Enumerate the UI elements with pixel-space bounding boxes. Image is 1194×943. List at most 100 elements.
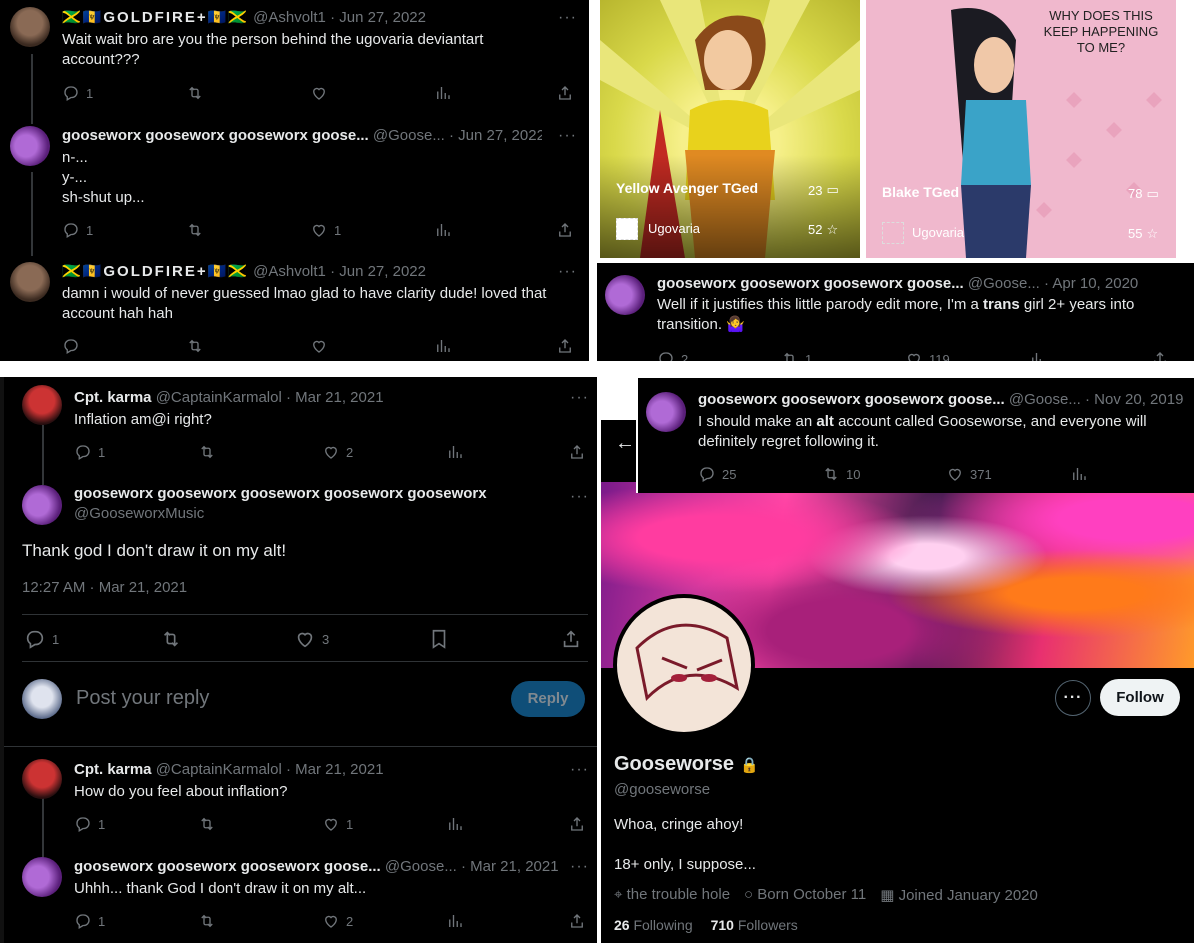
more-options-icon[interactable]: ··· (558, 10, 577, 26)
views-button[interactable] (434, 83, 452, 103)
like-button[interactable] (310, 83, 328, 103)
reply-button[interactable]: 2 (657, 349, 688, 361)
avatar[interactable] (22, 485, 62, 525)
reply-button[interactable]: 1 (74, 814, 105, 834)
reply-button[interactable]: 1 (62, 83, 93, 103)
reply-button[interactable]: 1 (62, 220, 93, 240)
share-button[interactable] (568, 442, 586, 462)
tweet-time[interactable]: 12:27 AM · Mar 21, 2021 (22, 579, 187, 596)
display-name[interactable]: gooseworx gooseworx gooseworx gooseworx … (74, 485, 487, 502)
views-button[interactable] (434, 220, 452, 240)
like-button[interactable] (310, 336, 328, 356)
retweet-button[interactable]: 10 (822, 464, 860, 484)
tweet[interactable]: 🇯🇲🇧🇧GOLDFIRE+🇧🇧🇯🇲 @Ashvolt1 · Jun 27, 20… (0, 252, 589, 361)
retweet-button[interactable] (160, 629, 182, 649)
like-button[interactable]: 3 (294, 629, 329, 649)
reply-button[interactable]: 25 (698, 464, 736, 484)
avatar[interactable] (10, 262, 50, 302)
display-name[interactable]: gooseworx gooseworx gooseworx goose... (74, 858, 381, 875)
display-name[interactable]: gooseworx gooseworx gooseworx goose... (657, 275, 964, 292)
like-button[interactable]: 2 (322, 911, 353, 931)
tweet[interactable]: Cpt. karma @CaptainKarmalol · Mar 21, 20… (4, 749, 597, 849)
artwork-thumbnail[interactable]: Yellow Avenger TGed 23 ▭ Ugovaria 52 ☆ (600, 0, 860, 258)
share-button[interactable] (560, 629, 582, 649)
author-name[interactable]: Ugovaria (648, 221, 700, 236)
artwork-title[interactable]: Yellow Avenger TGed (616, 180, 758, 196)
overlay-tweet[interactable]: gooseworx gooseworx gooseworx goose... @… (636, 378, 1194, 493)
more-options-icon[interactable]: ··· (558, 128, 577, 144)
views-button[interactable] (1029, 349, 1047, 361)
retweet-button[interactable] (186, 336, 204, 356)
reply-button[interactable] (62, 336, 80, 356)
share-button[interactable] (568, 814, 586, 834)
display-name[interactable]: gooseworx gooseworx gooseworx goose... (698, 391, 1005, 408)
handle[interactable]: @GooseworxMusic (74, 505, 204, 522)
tweet[interactable]: 🇯🇲🇧🇧GOLDFIRE+🇧🇧🇯🇲 @Ashvolt1 · Jun 27, 20… (0, 0, 589, 120)
timestamp[interactable]: · Mar 21, 2021 (286, 761, 384, 778)
share-button[interactable] (1151, 349, 1169, 361)
like-button[interactable]: 2 (322, 442, 353, 462)
handle[interactable]: @Goose... (373, 127, 445, 144)
handle[interactable]: @Goose... (385, 858, 457, 875)
author-avatar[interactable] (882, 222, 904, 244)
timestamp[interactable]: · Nov 20, 2019 (1085, 391, 1183, 408)
share-button[interactable] (556, 83, 574, 103)
more-options-icon[interactable]: ··· (570, 859, 589, 875)
focused-tweet[interactable]: gooseworx gooseworx gooseworx gooseworx … (4, 477, 597, 667)
following-link[interactable]: 26 Following (614, 917, 693, 933)
share-button[interactable] (556, 220, 574, 240)
timestamp[interactable]: · Mar 21, 2021 (461, 858, 559, 875)
more-options-icon[interactable]: ··· (558, 264, 577, 280)
avatar[interactable] (22, 385, 62, 425)
handle[interactable]: @CaptainKarmalol (156, 389, 282, 406)
display-name[interactable]: gooseworx gooseworx gooseworx goose... (62, 127, 369, 144)
follow-button[interactable]: Follow (1100, 679, 1180, 716)
own-avatar[interactable] (22, 679, 62, 719)
favourite-count[interactable]: 55 ☆ (1128, 226, 1158, 242)
avatar[interactable] (10, 7, 50, 47)
avatar[interactable] (22, 759, 62, 799)
favourite-count[interactable]: 52 ☆ (808, 222, 838, 238)
avatar[interactable] (605, 275, 645, 315)
views-button[interactable] (446, 814, 464, 834)
more-options-button[interactable]: ··· (1055, 680, 1091, 716)
handle[interactable]: @Ashvolt1 (253, 263, 326, 280)
more-options-icon[interactable]: ··· (570, 762, 589, 778)
timestamp[interactable]: · Mar 21, 2021 (286, 389, 384, 406)
artwork-title[interactable]: Blake TGed (882, 184, 959, 200)
comment-count[interactable]: 23 ▭ (808, 182, 839, 198)
avatar[interactable] (22, 857, 62, 897)
tweet[interactable]: gooseworx gooseworx gooseworx goose... @… (597, 263, 1194, 361)
reply-button[interactable]: 1 (74, 911, 105, 931)
retweet-button[interactable] (186, 83, 204, 103)
handle[interactable]: @Ashvolt1 (253, 9, 326, 26)
avatar[interactable] (646, 392, 686, 432)
artwork-thumbnail[interactable]: WHY DOES THIS KEEP HAPPENING TO ME? Blak… (866, 0, 1176, 258)
handle[interactable]: @Goose... (1009, 391, 1081, 408)
like-button[interactable]: 119 (905, 349, 950, 361)
display-name[interactable]: 🇯🇲🇧🇧GOLDFIRE+🇧🇧🇯🇲 (62, 263, 249, 280)
display-name[interactable]: 🇯🇲🇧🇧GOLDFIRE+🇧🇧🇯🇲 (62, 9, 249, 26)
author-name[interactable]: Ugovaria (912, 225, 964, 240)
more-options-icon[interactable]: ··· (570, 390, 589, 406)
share-button[interactable] (556, 336, 574, 356)
tweet[interactable]: Cpt. karma @CaptainKarmalol · Mar 21, 20… (4, 377, 597, 477)
views-button[interactable] (434, 336, 452, 356)
profile-avatar[interactable] (613, 594, 755, 736)
timestamp[interactable]: · Jun 27, 2022 (330, 263, 426, 280)
like-button[interactable]: 371 (946, 464, 992, 484)
reply-button[interactable]: Reply (511, 681, 585, 717)
retweet-button[interactable]: 1 (781, 349, 812, 361)
views-button[interactable] (446, 442, 464, 462)
share-button[interactable] (568, 911, 586, 931)
like-button[interactable]: 1 (322, 814, 353, 834)
comment-count[interactable]: 78 ▭ (1128, 186, 1159, 202)
timestamp[interactable]: · Jun 27, 2022 (449, 127, 542, 144)
retweet-button[interactable] (198, 442, 216, 462)
retweet-button[interactable] (198, 911, 216, 931)
reply-button[interactable]: 1 (24, 629, 59, 649)
handle[interactable]: @CaptainKarmalol (156, 761, 282, 778)
tweet[interactable]: gooseworx gooseworx gooseworx goose... @… (0, 120, 589, 252)
bookmark-button[interactable] (428, 629, 450, 649)
views-button[interactable] (446, 911, 464, 931)
